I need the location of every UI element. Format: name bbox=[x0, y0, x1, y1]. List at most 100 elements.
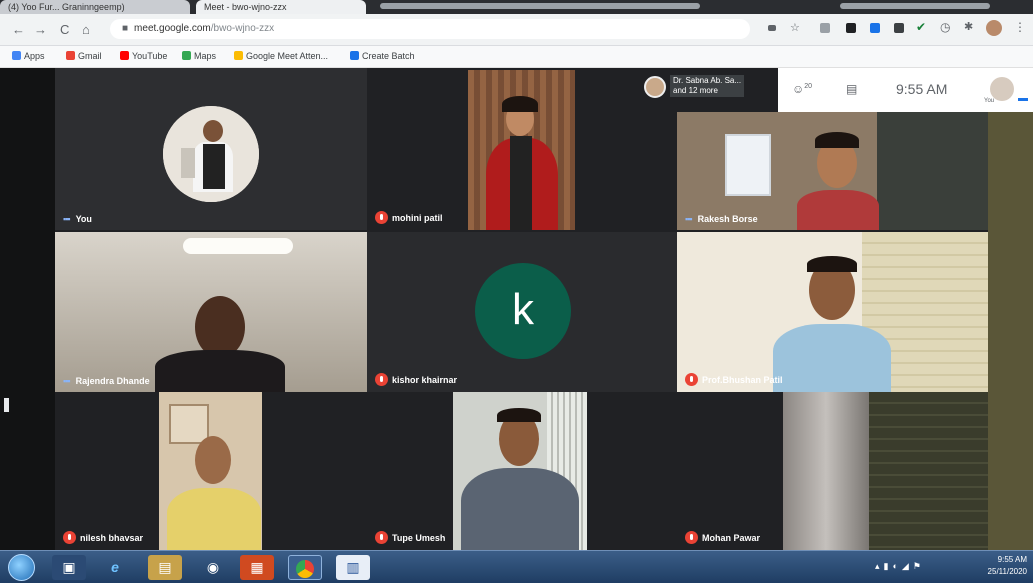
tab-label: (4) Yoo Fur... Graninngeemp) bbox=[8, 2, 125, 12]
participant-tile-kishor-khairnar[interactable]: k kishor khairnar bbox=[367, 232, 677, 392]
participant-tile-bhushan-patil[interactable]: Prof.Bhushan Patil bbox=[677, 232, 988, 392]
url-host: meet.google.com bbox=[134, 23, 211, 34]
participant-name-text: You bbox=[75, 214, 92, 224]
participant-thumbnail[interactable] bbox=[644, 76, 666, 98]
forward-button[interactable]: → bbox=[34, 22, 47, 37]
avatar: k bbox=[475, 263, 571, 359]
media-player-icon[interactable]: ◉ bbox=[196, 555, 230, 580]
person-body bbox=[773, 324, 891, 392]
person-body bbox=[797, 190, 879, 230]
participant-tile-tupe-umesh[interactable]: Tupe Umesh bbox=[367, 392, 677, 550]
lock-icon: ■ bbox=[122, 23, 129, 34]
bookmark-youtube[interactable]: YouTube bbox=[120, 51, 167, 61]
taskbar-date: 25/11/2020 bbox=[987, 567, 1027, 576]
self-indicator bbox=[1018, 98, 1028, 101]
apps-icon bbox=[12, 51, 21, 60]
extension-icon[interactable] bbox=[846, 23, 856, 33]
left-edge bbox=[0, 68, 55, 550]
people-icon[interactable]: ☺20 bbox=[792, 82, 812, 96]
url-path: /bwo-wjno-zzx bbox=[210, 23, 275, 34]
person-hair bbox=[497, 408, 541, 422]
system-clock[interactable]: 9:55 AM 25/11/2020 bbox=[988, 554, 1027, 578]
browser-tab-meet[interactable]: Meet - bwo-wjno-zzx bbox=[196, 0, 366, 14]
back-button[interactable]: ← bbox=[12, 22, 25, 37]
participant-tile-nilesh-bhavsar[interactable]: nilesh bhavsar bbox=[55, 392, 367, 550]
speaking-indicator-icon: ▪▪▪ bbox=[63, 376, 71, 386]
participant-tile-rajendra-dhande[interactable]: ▪▪▪ Rajendra Dhande bbox=[55, 232, 367, 392]
bookmark-create-batch[interactable]: Create Batch bbox=[350, 51, 415, 61]
background-panel bbox=[869, 392, 988, 550]
video-feed bbox=[468, 70, 575, 230]
start-button[interactable] bbox=[8, 554, 35, 581]
avatar bbox=[163, 106, 259, 202]
mic-muted-icon bbox=[375, 211, 388, 224]
mic-muted-icon bbox=[685, 373, 698, 386]
person-head bbox=[195, 436, 231, 484]
explorer-icon[interactable]: ▣ bbox=[52, 555, 86, 580]
person-hair bbox=[815, 132, 859, 148]
mic-muted-icon bbox=[685, 531, 698, 544]
bookmark-label: Create Batch bbox=[362, 51, 415, 61]
participant-tile-you[interactable]: ▪▪▪ You bbox=[55, 68, 367, 230]
participants-chip-line1: Dr. Sabna Ab. Sa... bbox=[673, 76, 742, 85]
maps-icon bbox=[182, 51, 191, 60]
person-body bbox=[167, 488, 261, 550]
profile-avatar[interactable] bbox=[986, 20, 1002, 36]
tab-label: Meet - bwo-wjno-zzx bbox=[204, 2, 287, 12]
powerpoint-icon[interactable]: ▦ bbox=[240, 555, 274, 580]
file-manager-icon[interactable]: ▤ bbox=[148, 555, 182, 580]
bookmarks-bar: Apps Gmail YouTube Maps Google Meet Atte… bbox=[0, 46, 1033, 68]
participant-tile-rakesh-borse[interactable]: ▪▪▪ Rakesh Borse bbox=[677, 112, 988, 230]
video-icon[interactable] bbox=[768, 25, 776, 31]
reload-button[interactable]: C bbox=[60, 22, 69, 37]
participant-name-text: Rakesh Borse bbox=[697, 214, 758, 224]
check-icon[interactable]: ✔ bbox=[916, 20, 926, 34]
browser-toolbar: ← → C ⌂ ■ meet.google.com/bwo-wjno-zzx ☆ … bbox=[0, 14, 1033, 46]
participant-name: Prof.Bhushan Patil bbox=[685, 373, 783, 386]
browser-tab-youtube[interactable]: (4) Yoo Fur... Graninngeemp) bbox=[0, 0, 190, 14]
youtube-icon bbox=[120, 51, 129, 60]
bookmark-maps[interactable]: Maps bbox=[182, 51, 216, 61]
person-head bbox=[195, 296, 245, 358]
bookmark-gmail[interactable]: Gmail bbox=[66, 51, 102, 61]
participants-chip-line2: and 12 more bbox=[673, 86, 718, 95]
home-button[interactable]: ⌂ bbox=[82, 22, 90, 37]
chat-icon[interactable]: ▤ bbox=[846, 82, 857, 96]
participants-chip[interactable]: Dr. Sabna Ab. Sa... and 12 more bbox=[670, 75, 745, 97]
system-tray-icons[interactable]: ▴▮◐◢⚑ bbox=[875, 561, 925, 572]
browser-tab-bar: (4) Yoo Fur... Graninngeemp) Meet - bwo-… bbox=[0, 0, 1033, 14]
star-icon[interactable]: ☆ bbox=[790, 21, 800, 34]
ceiling-light bbox=[183, 238, 293, 254]
participant-tile-mohini-patil[interactable]: mohini patil bbox=[367, 68, 677, 230]
extension-icon[interactable] bbox=[894, 23, 904, 33]
puzzle-icon[interactable]: ✱ bbox=[964, 20, 973, 33]
participant-name: mohini patil bbox=[375, 211, 443, 224]
clock-icon[interactable]: ◷ bbox=[940, 20, 950, 34]
bookmark-label: Maps bbox=[194, 51, 217, 61]
menu-icon[interactable]: ⋮ bbox=[1014, 20, 1026, 34]
person-body bbox=[155, 350, 285, 392]
internet-explorer-icon[interactable]: e bbox=[98, 555, 132, 580]
address-bar[interactable]: ■ meet.google.com/bwo-wjno-zzx bbox=[110, 19, 750, 39]
participants-count: 20 bbox=[804, 83, 813, 90]
bookmark-label: YouTube bbox=[132, 51, 168, 61]
chrome-icon[interactable] bbox=[288, 555, 322, 580]
word-processor-icon[interactable]: ▥ bbox=[336, 555, 370, 580]
participant-tile-mohan-pawar[interactable]: Mohan Pawar bbox=[677, 392, 988, 550]
extension-icon[interactable] bbox=[820, 23, 830, 33]
person-body bbox=[461, 468, 579, 550]
bookmark-apps[interactable]: Apps bbox=[12, 51, 45, 61]
participant-name-text: Tupe Umesh bbox=[392, 533, 446, 543]
bookmark-icon bbox=[350, 51, 359, 60]
gmail-icon bbox=[66, 51, 75, 60]
bookmark-meet-attendance[interactable]: Google Meet Atten... bbox=[234, 51, 328, 61]
right-edge bbox=[988, 112, 1033, 550]
participant-name: Tupe Umesh bbox=[375, 531, 445, 544]
speaking-indicator-icon: ▪▪▪ bbox=[63, 214, 71, 224]
participant-name: Mohan Pawar bbox=[685, 531, 760, 544]
participant-name-text: kishor khairnar bbox=[392, 375, 458, 385]
scroll-handle[interactable] bbox=[4, 398, 9, 412]
extension-icon[interactable] bbox=[870, 23, 880, 33]
wall-frame bbox=[169, 404, 209, 444]
background-panel bbox=[877, 112, 988, 230]
